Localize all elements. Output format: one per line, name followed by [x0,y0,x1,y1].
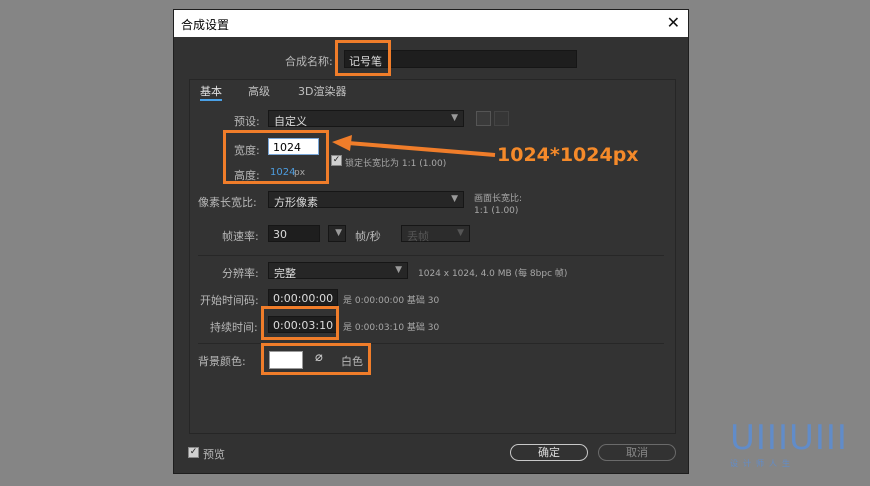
dialog-titlebar: 合成设置 ✕ [174,10,688,37]
frame-aspect-value: 1:1 (1.00) [474,206,519,216]
chevron-down-icon: ▼ [451,194,458,204]
pixel-aspect-value: 方形像素 [274,196,318,209]
composition-settings-dialog: 合成设置 ✕ 合成名称: 记号笔 基本 高级 3D渲染器 预设: 自定义 ▼ 宽… [173,9,689,474]
frame-rate-unit: 帧/秒 [355,230,381,243]
start-timecode-label: 开始时间码: [200,294,259,307]
start-timecode-value: 0:00:00:00 [273,292,334,305]
annotation-text: 1024*1024px [497,144,639,166]
pixel-aspect-select[interactable]: 方形像素 ▼ [268,191,464,209]
preset-value: 自定义 [274,115,307,128]
close-icon[interactable]: ✕ [667,13,680,32]
start-timecode-info: 是 0:00:00:00 基础 30 [343,296,440,306]
preset-select[interactable]: 自定义 ▼ [268,110,464,128]
highlight-duration [261,306,339,340]
highlight-size [223,130,329,184]
bg-color-label: 背景颜色: [198,355,246,368]
frame-rate-dropdown[interactable]: ▼ [328,225,346,242]
resolution-label: 分辨率: [222,267,259,280]
highlight-bg-color [261,343,371,375]
preview-checkbox[interactable]: ✓ [188,447,199,458]
highlight-comp-name [335,40,391,76]
duration-info: 是 0:00:03:10 基础 30 [343,323,440,333]
chevron-down-icon: ▼ [335,228,342,238]
delete-preset-icon[interactable] [494,111,509,126]
resolution-info: 1024 x 1024, 4.0 MB (每 8bpc 帧) [418,269,568,279]
save-preset-icon[interactable] [476,111,491,126]
ok-button[interactable]: 确定 [510,444,588,461]
resolution-select[interactable]: 完整 ▼ [268,262,408,280]
start-timecode-input[interactable]: 0:00:00:00 [268,289,338,306]
cancel-button[interactable]: 取消 [598,444,676,461]
drop-frame-value: 丢帧 [407,230,429,243]
frame-rate-value: 30 [273,228,287,241]
drop-frame-select[interactable]: 丢帧 ▼ [401,225,470,243]
watermark-subtitle: 设计师人生 [730,459,795,468]
resolution-value: 完整 [274,267,296,280]
watermark-logo: UIIIUIII [730,418,848,458]
tab-basic[interactable]: 基本 [200,83,222,101]
frame-rate-label: 帧速率: [222,230,259,243]
preview-label: 预览 [203,448,225,461]
dialog-title: 合成设置 [181,18,230,32]
annotation-arrow [332,135,496,157]
frame-rate-input[interactable]: 30 [268,225,320,242]
tab-3d-renderer[interactable]: 3D渲染器 [298,83,346,99]
preset-label: 预设: [234,115,260,128]
comp-name-label: 合成名称: [285,55,333,68]
chevron-down-icon: ▼ [395,265,402,275]
duration-label: 持续时间: [210,321,258,334]
chevron-down-icon: ▼ [457,228,464,238]
chevron-down-icon: ▼ [451,113,458,123]
tab-advanced[interactable]: 高级 [248,83,270,99]
pixel-aspect-label: 像素长宽比: [198,196,257,209]
frame-aspect-label: 画面长宽比: [474,194,523,204]
separator [198,255,664,256]
